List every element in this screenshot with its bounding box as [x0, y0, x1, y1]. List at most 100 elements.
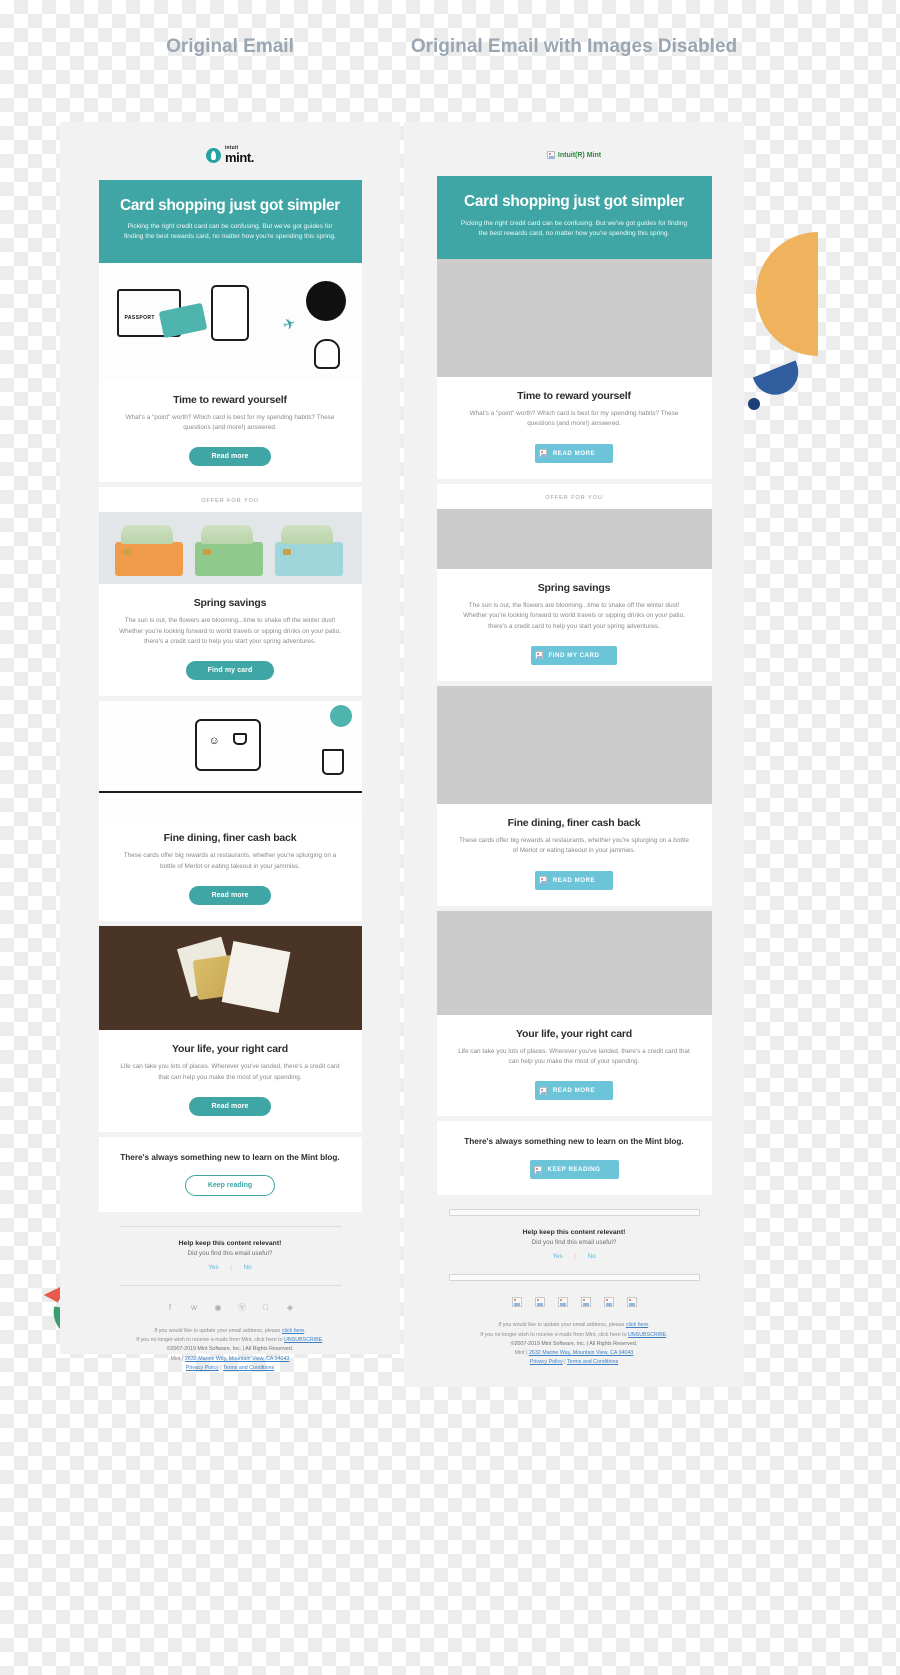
- feedback-yes-link[interactable]: Yes: [547, 1253, 567, 1260]
- copyright-line: ©2007-2019 Mint Software, Inc. | All Rig…: [510, 1340, 638, 1347]
- apple-icon[interactable]: [603, 1297, 614, 1308]
- section-2-eyebrow: OFFER FOR YOU: [201, 498, 259, 505]
- unsubscribe-link[interactable]: UNSUBSCRIBE: [284, 1337, 322, 1343]
- apple-icon[interactable]: : [261, 1302, 272, 1313]
- read-more-button[interactable]: Read more: [189, 1096, 271, 1116]
- section-2-body: The sun is out, the flowers are blooming…: [463, 601, 685, 630]
- click-here-link[interactable]: click here: [282, 1328, 304, 1334]
- feedback-no-link[interactable]: No: [239, 1264, 257, 1271]
- broken-image-icon: [533, 1165, 542, 1174]
- terms-link[interactable]: Terms and Conditions: [223, 1365, 274, 1371]
- update-email-post: .: [648, 1322, 650, 1329]
- policy-line: Privacy Policy | Terms and Conditions: [451, 1358, 698, 1367]
- cash-roll-shape: [120, 525, 173, 545]
- update-email-pre: If you would like to update your email a…: [498, 1322, 626, 1329]
- instagram-icon[interactable]: ◉: [213, 1302, 224, 1313]
- feedback-yes-link[interactable]: Yes: [203, 1264, 223, 1271]
- qr-code-shape: [216, 304, 239, 327]
- android-icon[interactable]: [626, 1297, 637, 1308]
- decorative-blue-dot: [748, 398, 760, 410]
- blue-card-shape: [274, 525, 343, 577]
- panel-title-original: Original Email: [166, 36, 294, 57]
- original-email-panel: Original Email intuit mint. Card shoppin…: [60, 0, 400, 1371]
- find-my-card-label: FIND MY CARD: [548, 651, 600, 659]
- instagram-icon[interactable]: [557, 1297, 568, 1308]
- decorative-blue-wedge: [752, 360, 806, 402]
- section-2-title: Spring savings: [193, 597, 267, 610]
- policy-line: Privacy Policy | Terms and Conditions: [113, 1364, 348, 1373]
- section-4-title: Your life, your right card: [516, 1027, 632, 1040]
- section-2-eyebrow: OFFER FOR YOU: [545, 494, 603, 501]
- privacy-policy-link[interactable]: Privacy Policy: [186, 1365, 219, 1371]
- section-card-2: OFFER FOR YOU Spring savings The sun is …: [436, 483, 712, 681]
- address-line: Mint | 2632 Marine Way, Mountain View, C…: [113, 1355, 348, 1364]
- email-original: intuit mint. Card shopping just got simp…: [98, 122, 362, 1373]
- section-1-body: What's a "point" worth? Which card is be…: [469, 410, 679, 428]
- section-4-button-row: Read more: [99, 1083, 362, 1132]
- feedback-title: Help keep this content relevant!: [522, 1229, 626, 1237]
- feedback-separator: |: [230, 1263, 232, 1271]
- hero-subtitle: Picking the right credit card can be con…: [460, 219, 688, 237]
- feedback-choices: Yes | No: [443, 1246, 706, 1260]
- section-4-title: Your life, your right card: [172, 1043, 288, 1056]
- pinterest-icon[interactable]: [580, 1297, 591, 1308]
- wood-table-photo: [98, 926, 362, 1031]
- read-more-button[interactable]: READ MORE: [534, 443, 614, 463]
- plant-illustration: [321, 749, 344, 776]
- section-3-button-row: READ MORE: [437, 857, 712, 906]
- mint-leaf-icon: [205, 147, 221, 163]
- twitter-icon[interactable]: [534, 1297, 545, 1308]
- section-1-title: Time to reward yourself: [517, 390, 631, 403]
- kitchen-illustration-image: ☺: [98, 701, 362, 820]
- keep-reading-button[interactable]: KEEP READING: [529, 1160, 619, 1180]
- broken-image-icon: [538, 876, 547, 885]
- image-placeholder: [436, 508, 712, 569]
- read-more-button[interactable]: Read more: [189, 447, 271, 467]
- panel-title-disabled: Original Email with Images Disabled: [410, 36, 738, 57]
- social-icons-row: [443, 1281, 706, 1311]
- orange-card-shape: [114, 525, 183, 577]
- unsubscribe-line: If you no longer wish to receive e-mails…: [113, 1336, 348, 1345]
- read-more-label: READ MORE: [552, 449, 596, 457]
- read-more-label: READ MORE: [552, 876, 596, 884]
- footer-legal-text: If you would like to update your email a…: [443, 1311, 706, 1367]
- counter-line: [98, 791, 362, 794]
- feedback-no-link[interactable]: No: [583, 1253, 601, 1260]
- blog-promo-section: There's always something new to learn on…: [98, 1136, 362, 1212]
- android-icon[interactable]: ◈: [285, 1302, 296, 1313]
- section-3-button-row: Read more: [99, 872, 362, 921]
- privacy-policy-link[interactable]: Privacy Policy: [530, 1359, 563, 1365]
- unsubscribe-post: .: [666, 1331, 668, 1338]
- facebook-icon[interactable]: f: [165, 1302, 176, 1313]
- twitter-icon[interactable]: w: [189, 1302, 200, 1313]
- unsubscribe-link[interactable]: UNSUBSCRIBE: [628, 1332, 666, 1338]
- unsubscribe-pre: If you no longer wish to receive e-mails…: [136, 1337, 285, 1344]
- find-my-card-button[interactable]: Find my card: [185, 661, 275, 681]
- section-3-title: Fine dining, finer cash back: [507, 816, 641, 829]
- section-2-body: The sun is out, the flowers are blooming…: [119, 617, 341, 646]
- hero-title: Card shopping just got simpler: [119, 196, 341, 214]
- address-link[interactable]: 2632 Marine Way, Mountain View, CA 94043: [185, 1356, 289, 1362]
- feedback-title: Help keep this content relevant!: [178, 1239, 282, 1247]
- facebook-icon[interactable]: [511, 1297, 522, 1308]
- address-link[interactable]: 2632 Marine Way, Mountain View, CA 94043: [529, 1350, 633, 1356]
- terms-link[interactable]: Terms and Conditions: [567, 1359, 618, 1365]
- broken-divider-image: [448, 1274, 700, 1282]
- read-more-label: READ MORE: [552, 1087, 596, 1095]
- cash-roll-shape: [280, 525, 333, 545]
- blog-button-row: Keep reading: [113, 1162, 348, 1212]
- keep-reading-button[interactable]: Keep reading: [184, 1174, 276, 1196]
- read-more-button[interactable]: READ MORE: [534, 1081, 614, 1101]
- section-4-button-row: READ MORE: [437, 1067, 712, 1116]
- update-email-line: If you would like to update your email a…: [113, 1327, 348, 1336]
- broken-image-icon: [538, 449, 547, 458]
- section-1-title: Time to reward yourself: [173, 393, 287, 406]
- hero-banner: Card shopping just got simpler Picking t…: [436, 176, 712, 260]
- section-1-button-row: Read more: [99, 433, 362, 482]
- pinterest-icon[interactable]: Ⓥ: [237, 1302, 248, 1313]
- read-more-button[interactable]: Read more: [189, 886, 271, 906]
- address-pre: Mint |: [514, 1350, 529, 1357]
- click-here-link[interactable]: click here: [626, 1322, 648, 1328]
- find-my-card-button[interactable]: FIND MY CARD: [530, 645, 618, 665]
- read-more-button[interactable]: READ MORE: [534, 870, 614, 890]
